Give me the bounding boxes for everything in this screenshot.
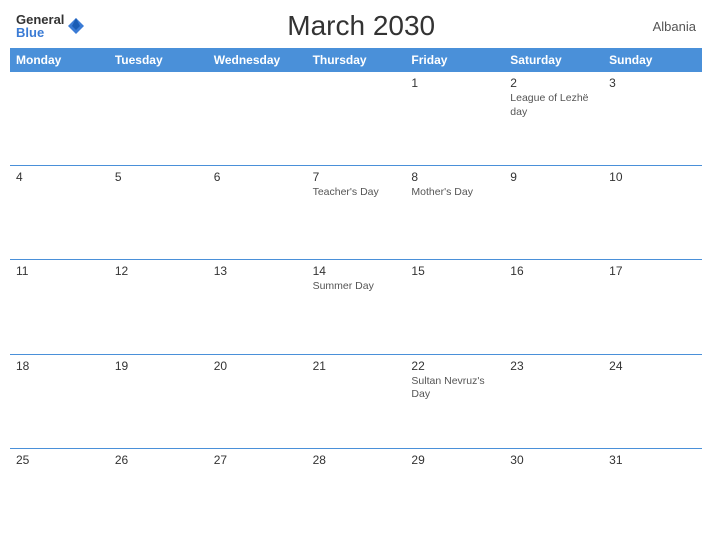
day-number: 19: [115, 359, 202, 373]
day-number: 10: [609, 170, 696, 184]
cal-cell-2-4: 7 Teacher's Day: [307, 166, 406, 259]
cal-cell-2-1: 4: [10, 166, 109, 259]
calendar: MondayTuesdayWednesdayThursdayFridaySatu…: [0, 48, 712, 550]
cal-cell-2-3: 6: [208, 166, 307, 259]
logo: General Blue: [16, 13, 86, 39]
day-event: Mother's Day: [411, 186, 498, 200]
cal-header-thursday: Thursday: [307, 48, 406, 72]
day-number: 20: [214, 359, 301, 373]
page: General Blue March 2030 Albania MondayTu…: [0, 0, 712, 550]
cal-cell-3-6: 16: [504, 260, 603, 353]
day-number: 3: [609, 76, 696, 90]
cal-week-4: 18 19 20 21 22 Sultan Nevruz's Day 23 24: [10, 355, 702, 449]
day-number: 9: [510, 170, 597, 184]
day-number: 28: [313, 453, 400, 467]
logo-blue-text: Blue: [16, 26, 64, 39]
day-number: 8: [411, 170, 498, 184]
day-number: 15: [411, 264, 498, 278]
calendar-title: March 2030: [86, 10, 636, 42]
cal-cell-3-4: 14 Summer Day: [307, 260, 406, 353]
day-event: Sultan Nevruz's Day: [411, 375, 498, 402]
calendar-body: 12 League of Lezhë day 3 4567 Teacher's Day 8…: [10, 72, 702, 542]
day-number: 31: [609, 453, 696, 467]
cal-header-sunday: Sunday: [603, 48, 702, 72]
cal-cell-5-6: 30: [504, 449, 603, 542]
cal-cell-1-6: 2 League of Lezhë day: [504, 72, 603, 165]
day-number: 21: [313, 359, 400, 373]
cal-cell-3-1: 11: [10, 260, 109, 353]
day-number: 13: [214, 264, 301, 278]
cal-cell-4-3: 20: [208, 355, 307, 448]
cal-week-1: 12 League of Lezhë day 3: [10, 72, 702, 166]
day-number: 16: [510, 264, 597, 278]
cal-cell-1-3: [208, 72, 307, 165]
cal-cell-5-4: 28: [307, 449, 406, 542]
day-number: 11: [16, 264, 103, 278]
cal-cell-1-5: 1: [405, 72, 504, 165]
cal-cell-3-3: 13: [208, 260, 307, 353]
cal-cell-4-5: 22 Sultan Nevruz's Day: [405, 355, 504, 448]
cal-cell-5-7: 31: [603, 449, 702, 542]
cal-cell-2-6: 9: [504, 166, 603, 259]
country-label: Albania: [636, 19, 696, 34]
header: General Blue March 2030 Albania: [0, 0, 712, 48]
cal-cell-3-5: 15: [405, 260, 504, 353]
cal-cell-1-4: [307, 72, 406, 165]
day-number: 5: [115, 170, 202, 184]
cal-cell-1-2: [109, 72, 208, 165]
cal-header-wednesday: Wednesday: [208, 48, 307, 72]
day-number: 24: [609, 359, 696, 373]
day-number: 2: [510, 76, 597, 90]
cal-header-tuesday: Tuesday: [109, 48, 208, 72]
cal-cell-4-1: 18: [10, 355, 109, 448]
day-event: League of Lezhë day: [510, 92, 597, 119]
calendar-header-row: MondayTuesdayWednesdayThursdayFridaySatu…: [10, 48, 702, 72]
cal-cell-4-2: 19: [109, 355, 208, 448]
cal-cell-5-5: 29: [405, 449, 504, 542]
cal-cell-5-1: 25: [10, 449, 109, 542]
day-number: 6: [214, 170, 301, 184]
cal-header-monday: Monday: [10, 48, 109, 72]
day-number: 25: [16, 453, 103, 467]
day-number: 22: [411, 359, 498, 373]
day-number: 7: [313, 170, 400, 184]
cal-cell-3-7: 17: [603, 260, 702, 353]
cal-week-2: 4567 Teacher's Day 8 Mother's Day 9 10: [10, 166, 702, 260]
logo-flag-icon: [66, 16, 86, 36]
day-number: 1: [411, 76, 498, 90]
cal-cell-5-3: 27: [208, 449, 307, 542]
day-number: 18: [16, 359, 103, 373]
day-number: 29: [411, 453, 498, 467]
day-number: 4: [16, 170, 103, 184]
cal-cell-4-7: 24: [603, 355, 702, 448]
day-number: 14: [313, 264, 400, 278]
day-number: 30: [510, 453, 597, 467]
cal-cell-1-1: [10, 72, 109, 165]
cal-cell-2-5: 8 Mother's Day: [405, 166, 504, 259]
cal-cell-4-4: 21: [307, 355, 406, 448]
cal-week-5: 25 26 27 28 29 30 31: [10, 449, 702, 542]
day-number: 26: [115, 453, 202, 467]
day-number: 12: [115, 264, 202, 278]
cal-header-friday: Friday: [405, 48, 504, 72]
cal-cell-1-7: 3: [603, 72, 702, 165]
cal-week-3: 11 12 13 14 Summer Day 15 16 17: [10, 260, 702, 354]
day-event: Teacher's Day: [313, 186, 400, 200]
cal-cell-2-2: 5: [109, 166, 208, 259]
day-number: 27: [214, 453, 301, 467]
cal-cell-2-7: 10: [603, 166, 702, 259]
day-number: 23: [510, 359, 597, 373]
day-event: Summer Day: [313, 280, 400, 294]
cal-cell-3-2: 12: [109, 260, 208, 353]
day-number: 17: [609, 264, 696, 278]
cal-header-saturday: Saturday: [504, 48, 603, 72]
cal-cell-4-6: 23: [504, 355, 603, 448]
cal-cell-5-2: 26: [109, 449, 208, 542]
